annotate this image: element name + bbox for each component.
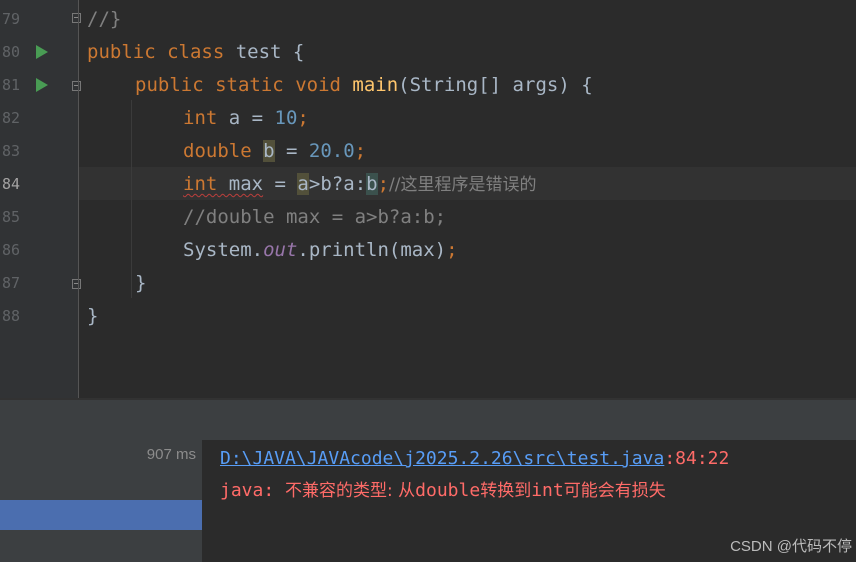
code-number: 20.0: [308, 140, 355, 162]
code-brace: }: [87, 305, 99, 327]
code-semicolon: ;: [377, 173, 390, 195]
error-text: 不兼容的类型: 从: [285, 481, 416, 501]
watermark: CSDN @代码不停: [730, 538, 852, 555]
code-text: ?: [331, 173, 344, 195]
console-error-location: D:\JAVA\JAVAcode\j2025.2.26\src\test.jav…: [220, 447, 729, 471]
code-text: a: [343, 173, 355, 195]
run-tree-selected-row[interactable]: [0, 500, 202, 530]
code-text: .println(max): [297, 239, 447, 261]
line-number-current: 84: [1, 175, 20, 193]
code-text: =: [263, 173, 298, 195]
code-method-name: main: [352, 74, 399, 96]
code-comment: //}: [87, 8, 122, 30]
code-editor[interactable]: 79 80 81 82 83 84 85 86 87 88 //} public…: [0, 0, 856, 398]
fold-end-icon[interactable]: [72, 279, 81, 289]
code-line-87: }: [135, 271, 146, 295]
error-location: :84:22: [664, 448, 730, 469]
code-line-84: int max = a>b?a:b;//这里程序是错误的: [183, 172, 537, 197]
error-text: 转换到: [480, 481, 532, 501]
line-number: 79: [1, 10, 20, 28]
editor-gutter: 79 80 81 82 83 84 85 86 87 88: [0, 0, 81, 398]
code-keyword: double: [183, 140, 252, 162]
code-variable-highlight: b: [366, 173, 378, 195]
code-line-86: System.out.println(max);: [183, 238, 458, 262]
code-keyword: class: [167, 41, 225, 63]
run-tree-panel: 907 ms: [0, 440, 202, 562]
line-number: 87: [1, 274, 20, 292]
code-brace: }: [135, 272, 147, 294]
fold-end-icon[interactable]: [72, 13, 81, 23]
line-number: 85: [1, 208, 20, 226]
line-number: 80: [1, 43, 20, 61]
code-text: System.: [183, 239, 264, 261]
console-output[interactable]: D:\JAVA\JAVAcode\j2025.2.26\src\test.jav…: [202, 440, 856, 562]
code-keyword-error: int: [183, 173, 218, 195]
code-line-82: int a = 10;: [183, 106, 309, 130]
indent-guide: [131, 100, 132, 298]
code-number: 10: [274, 107, 298, 129]
code-text: test {: [224, 41, 305, 63]
code-comment: //这里程序是错误的: [389, 175, 537, 195]
code-line-80: public class test {: [87, 40, 304, 64]
code-static-field: out: [263, 239, 298, 261]
line-number: 83: [1, 142, 20, 160]
run-duration: 907 ms: [146, 446, 196, 463]
code-variable-highlight: b: [263, 140, 275, 162]
error-text: 可能会有损失: [563, 481, 666, 501]
code-variable-error: max: [217, 173, 264, 195]
error-type: int: [531, 480, 564, 501]
code-line-88: }: [87, 304, 98, 328]
line-number: 81: [1, 76, 20, 94]
code-text: (String[] args) {: [398, 74, 593, 96]
error-prefix: java:: [220, 480, 286, 501]
code-keyword: public: [135, 74, 204, 96]
error-type: double: [415, 480, 481, 501]
code-semicolon: ;: [297, 107, 309, 129]
code-semicolon: ;: [446, 239, 458, 261]
code-keyword: public: [87, 41, 156, 63]
code-line-85: //double max = a>b?a:b;: [183, 205, 446, 229]
code-line-81: public static void main(String[] args) {: [135, 73, 593, 97]
code-text: =: [274, 140, 309, 162]
fold-start-icon[interactable]: [72, 81, 81, 91]
code-text: :: [354, 173, 367, 195]
code-comment: //double max = a>b?a:b;: [183, 206, 447, 228]
code-variable-highlight: a: [297, 173, 309, 195]
line-number: 88: [1, 307, 20, 325]
source-file-link[interactable]: D:\JAVA\JAVAcode\j2025.2.26\src\test.jav…: [220, 448, 664, 469]
code-keyword: int: [183, 107, 218, 129]
code-text: b: [320, 173, 332, 195]
run-main-icon[interactable]: [36, 78, 48, 92]
console-error-message: java: 不兼容的类型: 从double转换到int可能会有损失: [220, 479, 666, 503]
code-keyword: void: [295, 74, 341, 96]
code-keyword: static: [215, 74, 284, 96]
code-text: >: [308, 173, 321, 195]
code-line-79: //}: [87, 7, 121, 31]
line-number: 82: [1, 109, 20, 127]
code-text: a =: [217, 107, 275, 129]
run-class-icon[interactable]: [36, 45, 48, 59]
panel-splitter[interactable]: [0, 398, 856, 440]
code-line-83: double b = 20.0;: [183, 139, 366, 163]
line-number: 86: [1, 241, 20, 259]
code-semicolon: ;: [354, 140, 367, 162]
